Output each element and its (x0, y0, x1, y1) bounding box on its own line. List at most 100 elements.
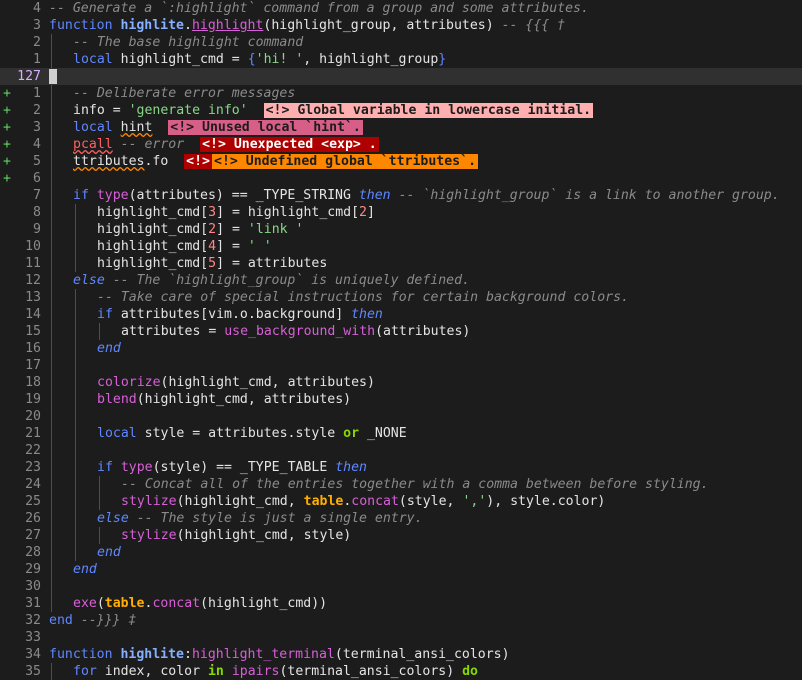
indent-guide (99, 527, 100, 544)
indent-guide (99, 493, 100, 510)
code-token: local (73, 52, 121, 67)
line-number: 9 (33, 222, 41, 237)
code-line[interactable]: 17 (0, 357, 802, 374)
line-number: 30 (25, 579, 41, 594)
indent-guide (75, 306, 76, 323)
code-line[interactable]: 34 function highlite:highlight_terminal(t… (0, 646, 802, 663)
code-text: blend(highlight_cmd, attributes) (97, 391, 351, 408)
code-line[interactable]: 4 -- Generate a `:highlight` command from… (0, 0, 802, 17)
code-line[interactable]: 25 stylize(highlight_cmd, table.concat(st… (0, 493, 802, 510)
code-comment: -- Concat all of the entries together wi… (121, 477, 709, 492)
code-line[interactable]: 23 if type(style) == _TYPE_TABLE then (0, 459, 802, 476)
code-line[interactable]: 35 for index, color in ipairs(terminal_an… (0, 663, 802, 680)
code-token: (highlight_group, attributes) (263, 18, 502, 33)
code-line[interactable]: +2 info = 'generate info' <!> Global vari… (0, 102, 802, 119)
code-line[interactable]: 32 end --}}} ‡ (0, 612, 802, 629)
code-line[interactable]: 24 -- Concat all of the entries together … (0, 476, 802, 493)
code-token: exe (73, 596, 97, 611)
code-line[interactable]: 9 highlight_cmd[2] = 'link ' (0, 221, 802, 238)
git-added-sign: + (3, 120, 11, 135)
code-line[interactable]: 31 exe(table.concat(highlight_cmd)) (0, 595, 802, 612)
code-line[interactable]: +5 ttributes.fo <!> <!> Undefined global `… (0, 153, 802, 170)
code-line[interactable]: 29 end (0, 561, 802, 578)
git-added-sign: + (3, 171, 11, 186)
indent-guide (51, 357, 52, 374)
code-line[interactable]: 8 highlight_cmd[3] = highlight_cmd[2] (0, 204, 802, 221)
code-line[interactable]: 18 colorize(highlight_cmd, attributes) (0, 374, 802, 391)
code-line[interactable]: 27 stylize(highlight_cmd, style) (0, 527, 802, 544)
code-token: (highlight_cmd, attributes) (160, 375, 375, 390)
code-token: ' ' (247, 239, 272, 254)
code-token: 'generate info' (128, 103, 248, 118)
indent-guide (51, 306, 52, 323)
code-token: if (97, 307, 121, 322)
code-line[interactable]: 2 -- The base highlight command (0, 34, 802, 51)
code-token: type (120, 460, 153, 475)
line-number: 13 (25, 290, 41, 305)
code-line[interactable]: 12 else -- The `highlight_group` is uniqu… (0, 272, 802, 289)
code-line[interactable]: +1 -- Deliberate error messages (0, 85, 802, 102)
code-line[interactable]: 127 (0, 68, 802, 85)
code-line[interactable]: 7 if type(attributes) == _TYPE_STRING the… (0, 187, 802, 204)
code-line[interactable]: 10 highlight_cmd[4] = ' ' (0, 238, 802, 255)
code-token: index, color (104, 664, 208, 679)
line-number: 22 (25, 443, 41, 458)
line-number: 35 (25, 664, 41, 679)
code-token: 'hi! ' (255, 52, 304, 67)
code-token: : (184, 647, 192, 662)
code-line[interactable]: 21 local style = attributes.style or _NON… (0, 425, 802, 442)
code-line[interactable]: 28 end (0, 544, 802, 561)
code-comment: -- The style is just a single entry. (136, 511, 423, 526)
code-line[interactable]: 26 else -- The style is just a single ent… (0, 510, 802, 527)
code-token: if (97, 460, 121, 475)
code-token: function (49, 647, 121, 662)
code-text: -- Generate a `:highlight` command from … (49, 0, 589, 17)
code-line[interactable]: 15 attributes = use_background_with(attri… (0, 323, 802, 340)
code-comment: -- Take care of special instructions for… (97, 290, 629, 305)
code-line[interactable]: +3 local hint <!> Unused local `hint`. (0, 119, 802, 136)
code-line[interactable]: +6 (0, 170, 802, 187)
line-number: 3 (33, 120, 41, 135)
code-text: end (97, 340, 121, 357)
line-number: 26 (25, 511, 41, 526)
code-token: ] (366, 205, 375, 220)
code-token: 4 (208, 239, 217, 254)
code-text: -- Deliberate error messages (73, 85, 295, 102)
code-token: if (73, 188, 97, 203)
code-line[interactable]: 11 highlight_cmd[5] = attributes (0, 255, 802, 272)
indent-guide (51, 442, 52, 459)
code-editor[interactable]: 4 -- Generate a `:highlight` command from… (0, 0, 802, 680)
code-line[interactable]: 3 function highlite.highlight(highlight_g… (0, 17, 802, 34)
line-number: 20 (25, 409, 41, 424)
code-line[interactable]: 22 (0, 442, 802, 459)
line-number: 18 (25, 375, 41, 390)
indent-guide (75, 544, 76, 561)
code-line[interactable]: 16 end (0, 340, 802, 357)
line-number: 1 (33, 52, 41, 67)
code-line[interactable]: 33 (0, 629, 802, 646)
code-token: 'link ' (247, 222, 304, 237)
code-line[interactable]: 1 local highlight_cmd = {'hi! ', highligh… (0, 51, 802, 68)
code-text: end (73, 561, 97, 578)
code-line[interactable]: 13 -- Take care of special instructions f… (0, 289, 802, 306)
code-comment: -- The base highlight command (73, 35, 304, 50)
code-token: highlight_cmd[ (97, 239, 209, 254)
line-number: 2 (33, 103, 41, 118)
code-line[interactable]: 14 if attributes[vim.o.background] then (0, 306, 802, 323)
code-token: (highlight_cmd, (176, 494, 304, 509)
indent-guide (51, 561, 52, 578)
code-text: for index, color in ipairs(terminal_ansi… (73, 663, 478, 680)
code-token: 2 (208, 222, 217, 237)
code-token: local (73, 120, 121, 135)
indent-guide (75, 527, 76, 544)
code-line[interactable]: 19 blend(highlight_cmd, attributes) (0, 391, 802, 408)
code-token: highlight_cmd = (120, 52, 248, 67)
line-number: 12 (25, 273, 41, 288)
code-line[interactable]: 20 (0, 408, 802, 425)
indent-guide (51, 272, 52, 289)
code-line[interactable]: +4 pcall -- error <!> Unexpected <exp> . (0, 136, 802, 153)
indent-guide (51, 221, 52, 238)
diagnostic-message: <!> Unused local `hint`. (168, 120, 363, 135)
code-line[interactable]: 30 (0, 578, 802, 595)
